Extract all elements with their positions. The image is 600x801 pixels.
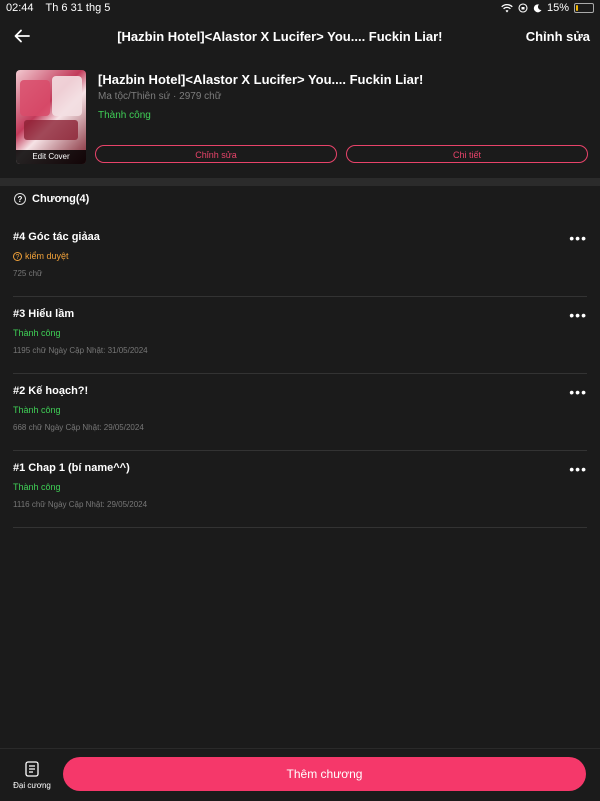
arrow-left-icon xyxy=(14,29,30,43)
chapter-status-label: kiểm duyệt xyxy=(25,251,69,261)
wifi-icon xyxy=(501,3,513,12)
chapter-title: #1 Chap 1 (bí name^^) xyxy=(13,462,130,474)
chapter-list: #4 Góc tác giảaa ? kiểm duyệt 725 chữ ••… xyxy=(13,220,587,528)
chapter-status: Thành công xyxy=(13,328,61,338)
chapter-title: #2 Kế hoạch?! xyxy=(13,385,89,397)
story-title: [Hazbin Hotel]<Alastor X Lucifer> You...… xyxy=(98,72,424,87)
chapter-status: Thành công xyxy=(13,482,61,492)
cover-art-left xyxy=(20,80,50,116)
moon-icon xyxy=(533,3,542,12)
story-cover[interactable]: Edit Cover xyxy=(16,70,86,164)
status-bar: 02:44 Th 6 31 thg 5 15% xyxy=(0,0,600,16)
document-icon xyxy=(25,761,39,777)
chapter-status: Thành công xyxy=(13,405,61,415)
battery-fill xyxy=(576,5,578,11)
more-options-icon[interactable]: ••• xyxy=(569,461,587,477)
outline-label: Đại cương xyxy=(13,781,51,790)
chapter-info: 1116 chữ Ngày Cập Nhật: 29/05/2024 xyxy=(13,500,148,509)
more-options-icon[interactable]: ••• xyxy=(569,230,587,246)
chapter-item[interactable]: #4 Góc tác giảaa ? kiểm duyệt 725 chữ ••… xyxy=(13,220,587,297)
nav-bar: [Hazbin Hotel]<Alastor X Lucifer> You...… xyxy=(0,16,600,56)
chapter-info: 668 chữ Ngày Cập Nhật: 29/05/2024 xyxy=(13,423,144,432)
more-options-icon[interactable]: ••• xyxy=(569,307,587,323)
review-question-icon: ? xyxy=(13,251,22,261)
edit-story-button[interactable]: Chỉnh sửa xyxy=(95,145,337,163)
question-icon: ? xyxy=(14,193,26,205)
story-detail-button[interactable]: Chi tiết xyxy=(346,145,588,163)
more-options-icon[interactable]: ••• xyxy=(569,384,587,400)
chapter-item[interactable]: #1 Chap 1 (bí name^^) Thành công 1116 ch… xyxy=(13,451,587,528)
chapters-header: ? Chương(4) xyxy=(14,193,89,205)
chapter-status-label: Thành công xyxy=(13,482,61,492)
rotation-lock-icon xyxy=(518,3,528,13)
chapter-title: #4 Góc tác giảaa xyxy=(13,231,100,243)
story-meta: Ma tộc/Thiên sứ · 2979 chữ xyxy=(98,91,222,102)
status-time: 02:44 xyxy=(6,2,34,14)
back-button[interactable] xyxy=(10,24,34,48)
story-header: Edit Cover [Hazbin Hotel]<Alastor X Luci… xyxy=(0,56,600,178)
story-status: Thành công xyxy=(98,110,151,121)
chapter-status-label: Thành công xyxy=(13,405,61,415)
chapter-item[interactable]: #2 Kế hoạch?! Thành công 668 chữ Ngày Cậ… xyxy=(13,374,587,451)
chapter-item[interactable]: #3 Hiểu lầm Thành công 1195 chữ Ngày Cập… xyxy=(13,297,587,374)
battery-icon xyxy=(574,3,594,13)
chapters-count-label: Chương(4) xyxy=(32,193,90,205)
chapter-title: #3 Hiểu lầm xyxy=(13,308,75,320)
add-chapter-button[interactable]: Thêm chương xyxy=(63,757,586,791)
section-divider xyxy=(0,178,600,186)
chapter-status: ? kiểm duyệt xyxy=(13,251,69,261)
cover-art-bottom xyxy=(24,120,78,140)
chapter-info: 725 chữ xyxy=(13,269,43,278)
edit-cover-label[interactable]: Edit Cover xyxy=(16,150,86,164)
status-date: Th 6 31 thg 5 xyxy=(45,2,111,14)
chapter-info: 1195 chữ Ngày Cập Nhật: 31/05/2024 xyxy=(13,346,148,355)
cover-art-right xyxy=(52,76,82,116)
edit-story-nav-button[interactable]: Chỉnh sửa xyxy=(526,29,590,44)
battery-percent: 15% xyxy=(546,2,569,14)
outline-button[interactable]: Đại cương xyxy=(10,761,54,790)
chapter-status-label: Thành công xyxy=(13,328,61,338)
page-title: [Hazbin Hotel]<Alastor X Lucifer> You...… xyxy=(117,28,443,44)
bottom-bar: Đại cương Thêm chương xyxy=(0,748,600,801)
